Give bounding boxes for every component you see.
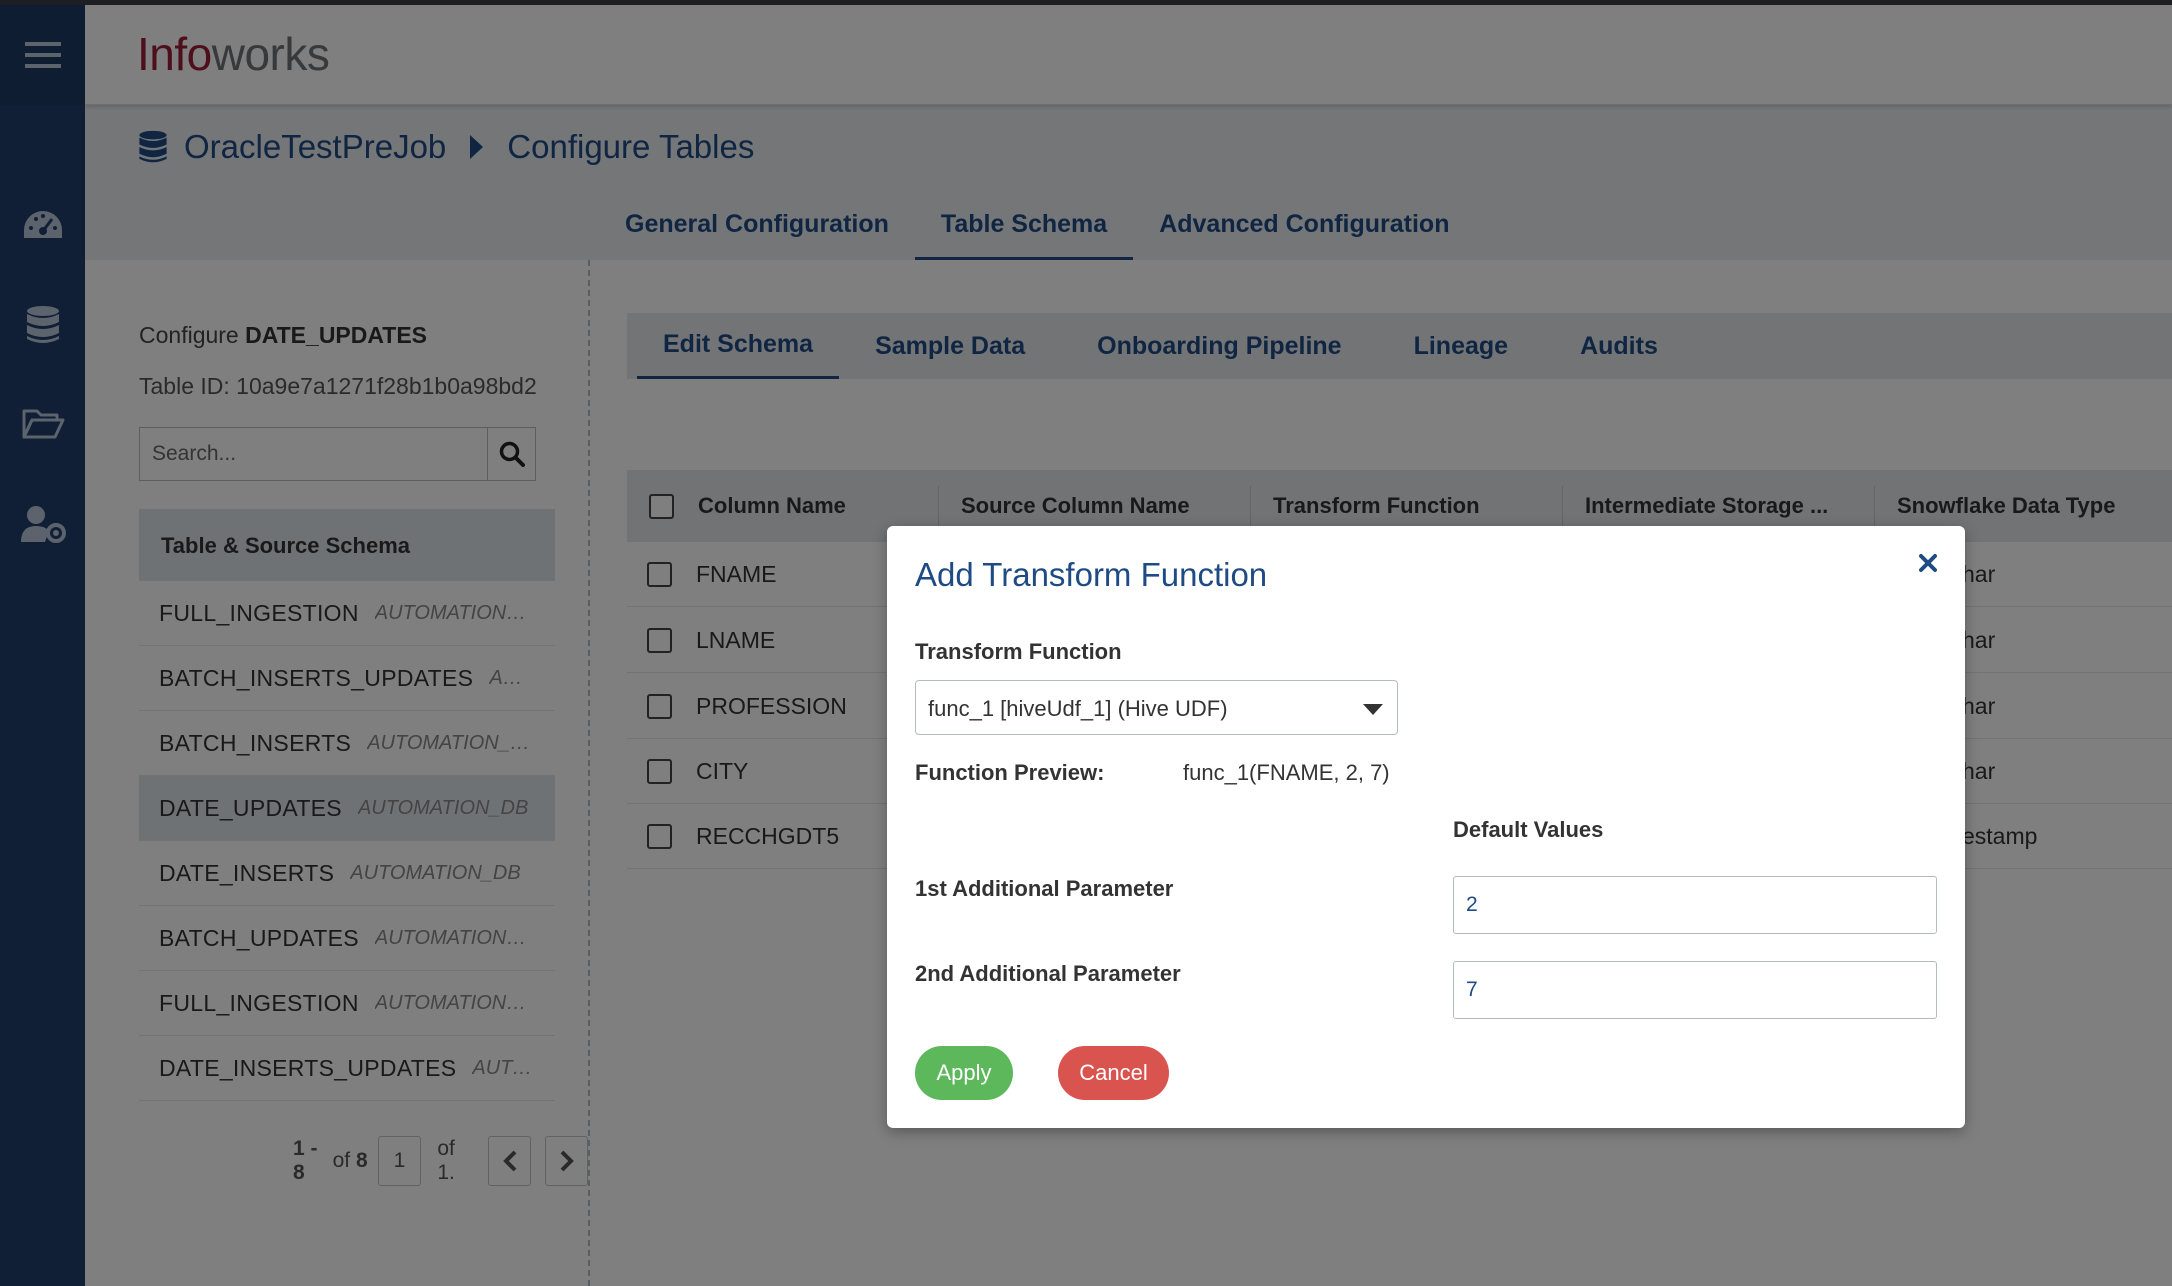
- apply-button[interactable]: Apply: [915, 1046, 1013, 1100]
- transform-function-selected-value: func_1 [hiveUdf_1] (Hive UDF): [928, 696, 1228, 721]
- dialog-title: Add Transform Function: [915, 556, 1268, 593]
- function-preview-label: Function Preview:: [915, 760, 1105, 785]
- close-icon: [1919, 554, 1937, 572]
- transform-function-select[interactable]: func_1 [hiveUdf_1] (Hive UDF): [915, 680, 1398, 735]
- add-transform-function-dialog: Add Transform Function Transform Functio…: [887, 526, 1965, 1128]
- param1-input[interactable]: [1453, 876, 1937, 934]
- transform-function-label: Transform Function: [915, 639, 1122, 664]
- close-button[interactable]: [1917, 552, 1943, 578]
- param2-label: 2nd Additional Parameter: [915, 961, 1181, 986]
- cancel-button[interactable]: Cancel: [1058, 1046, 1169, 1100]
- param2-input[interactable]: [1453, 961, 1937, 1019]
- default-values-label: Default Values: [1453, 817, 1604, 842]
- function-preview-value: func_1(FNAME, 2, 7): [1183, 760, 1390, 785]
- param1-label: 1st Additional Parameter: [915, 876, 1174, 901]
- caret-down-icon: [1363, 704, 1383, 715]
